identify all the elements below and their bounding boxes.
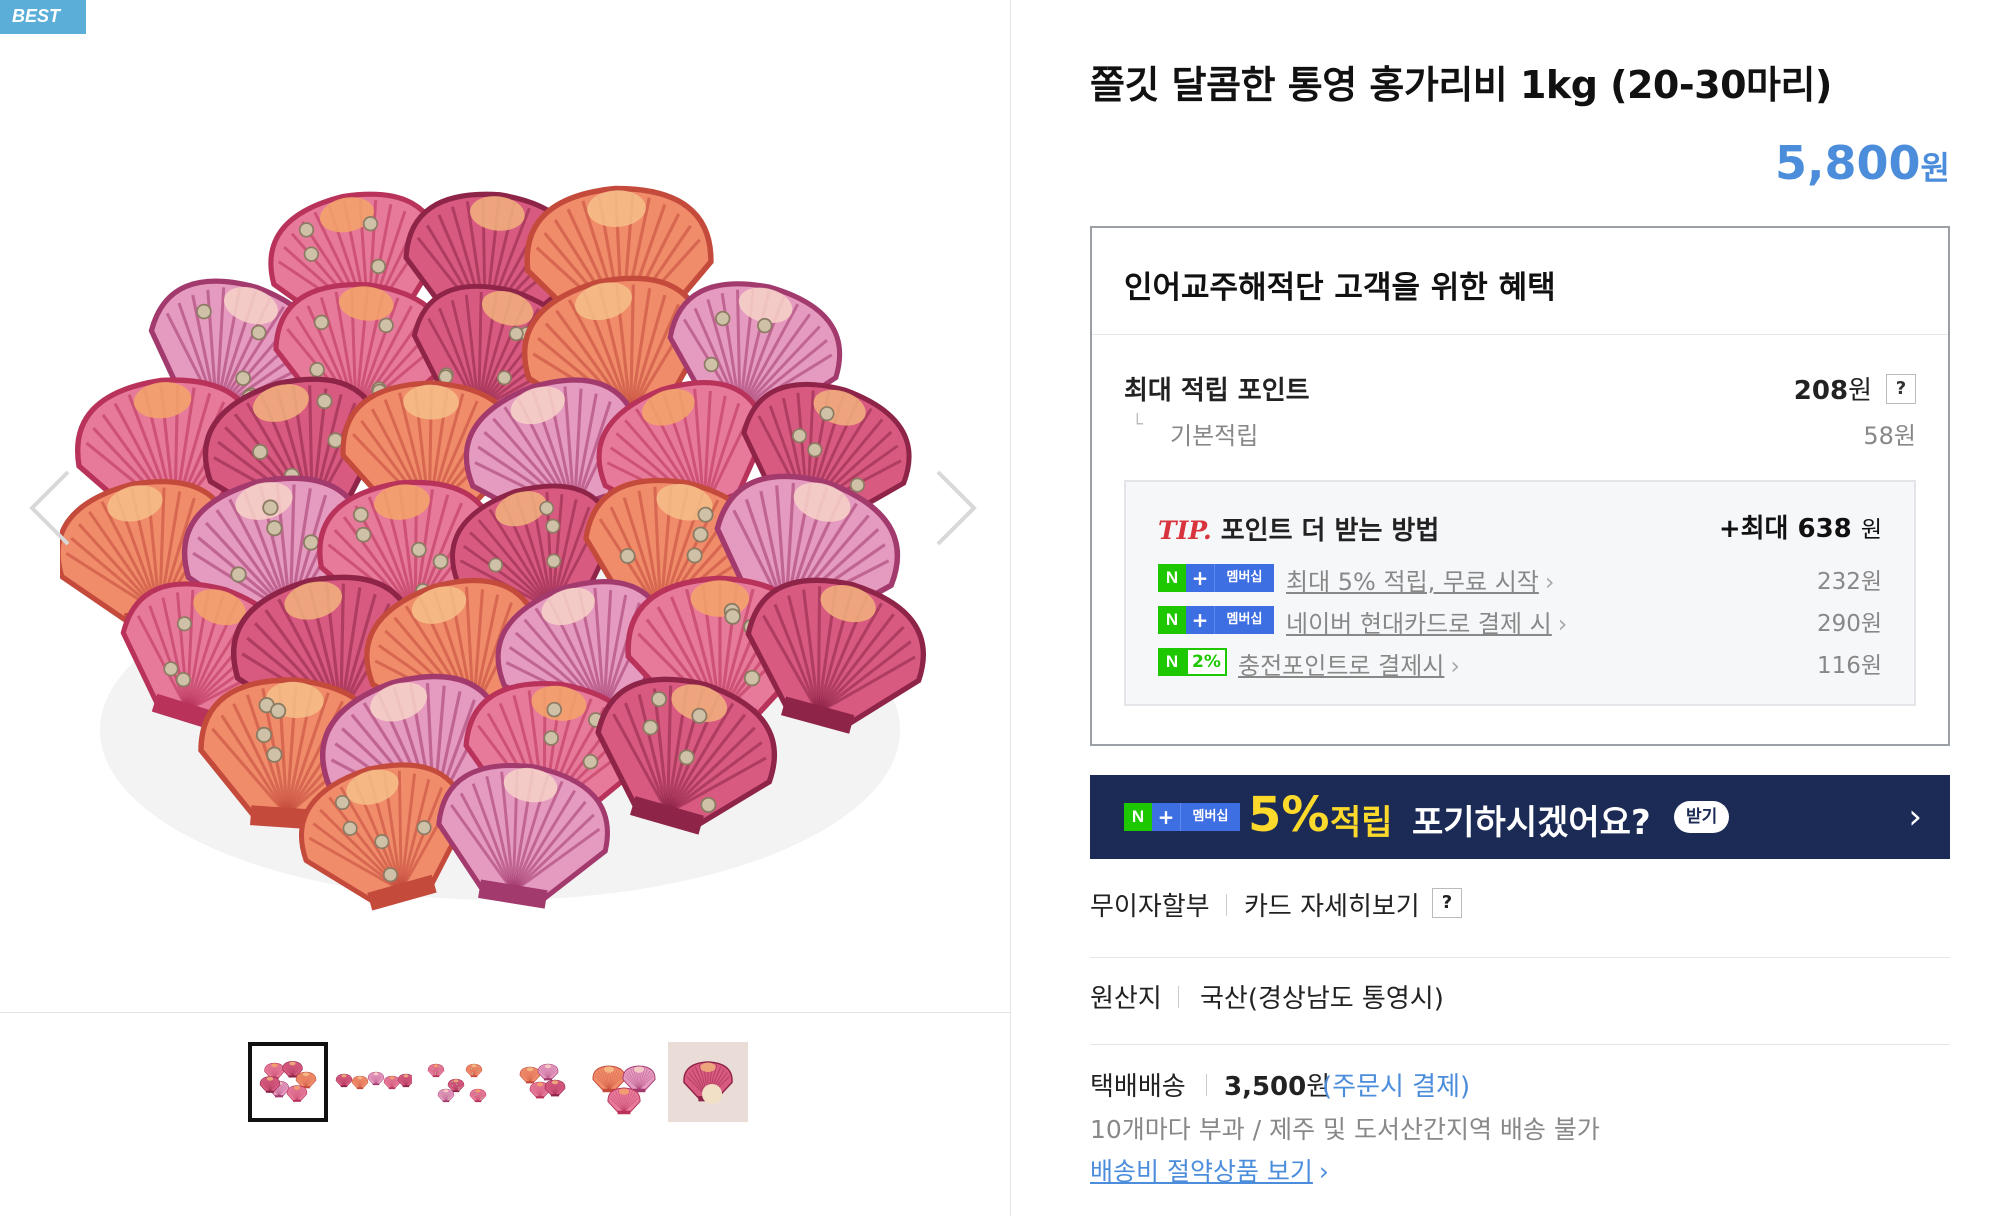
tip-row-card: N + 멤버십 네이버 현대카드로 결제 시 › 290원 — [1158, 604, 1882, 638]
tip-max-value: +최대 638 — [1718, 514, 1852, 544]
shipping-fee: 3,500원 — [1224, 1066, 1330, 1103]
naver-membership-badge: N + 멤버십 — [1124, 803, 1240, 831]
tip-link-text: 최대 5% 적립, 무료 시작 — [1286, 568, 1539, 596]
basic-points-value: 58원 — [1863, 422, 1916, 450]
tip-box: TIP. 포인트 더 받는 방법 +최대 638 원 N + 멤버십 최대 5% 적… — [1124, 480, 1916, 706]
separator — [1206, 1074, 1207, 1096]
plus-icon: + — [1186, 606, 1214, 634]
tip-link-text: 네이버 현대카드로 결제 시 — [1286, 610, 1552, 638]
tip-link-charge[interactable]: 충전포인트로 결제시 › — [1238, 646, 1460, 681]
basic-points-label: 기본적립 — [1170, 422, 1259, 450]
tip-max-points: +최대 638 원 — [1719, 508, 1882, 545]
naver-n-icon: N — [1158, 648, 1186, 676]
chevron-right-icon: › — [1544, 568, 1555, 596]
price-unit: 원 — [1920, 149, 1950, 187]
benefit-box: 인어교주해적단 고객을 위한 혜택 최대 적립 포인트 208원 ? └ 기본적… — [1090, 226, 1950, 746]
thumbnail-2[interactable] — [332, 1042, 412, 1122]
membership-banner[interactable]: N + 멤버십 5% 적립 포기하시겠어요? 받기 › — [1090, 775, 1950, 859]
max-points-label: 최대 적립 포인트 — [1124, 376, 1310, 406]
thumbnail-6[interactable] — [668, 1042, 748, 1122]
naver-pay-charge-badge: N 2% — [1158, 648, 1227, 676]
plus-icon: + — [1152, 803, 1180, 831]
banner-accrue: 적립 — [1330, 803, 1393, 843]
origin-row: 원산지 국산(경상남도 통영시) — [1090, 978, 1950, 1018]
indent-mark-icon: └ — [1132, 414, 1143, 435]
gallery-divider — [0, 1012, 1010, 1013]
tip-heading-text: 포인트 더 받는 방법 — [1220, 516, 1440, 546]
price-value: 5,800 — [1775, 136, 1921, 190]
tip-link-membership[interactable]: 최대 5% 적립, 무료 시작 › — [1286, 562, 1554, 597]
tip-prefix: TIP. — [1158, 516, 1212, 545]
row-divider — [1090, 957, 1950, 958]
plus-icon: + — [1186, 564, 1214, 592]
benefit-divider — [1092, 334, 1948, 335]
benefit-title: 인어교주해적단 고객을 위한 혜택 — [1124, 270, 1556, 306]
membership-label: 멤버십 — [1214, 606, 1274, 634]
thumbnail-1[interactable] — [248, 1042, 328, 1122]
tip-value: 232원 — [1816, 569, 1882, 595]
help-icon[interactable]: ? — [1886, 374, 1916, 404]
tip-row-charge: N 2% 충전포인트로 결제시 › 116원 — [1158, 646, 1882, 680]
row-divider — [1090, 1044, 1950, 1045]
arrow-left-icon[interactable] — [26, 468, 76, 548]
shipping-fee-amount: 3,500 — [1224, 1072, 1307, 1102]
chevron-right-icon: › — [1557, 610, 1568, 638]
card-details-link[interactable]: 카드 자세히보기 — [1244, 886, 1420, 923]
shipping-condition: 10개마다 부과 / 제주 및 도서산간지역 배송 불가 — [1090, 1115, 1600, 1144]
main-product-image[interactable] — [55, 170, 940, 970]
panel-divider — [1010, 0, 1011, 1216]
tip-heading: TIP. 포인트 더 받는 방법 — [1158, 510, 1439, 547]
max-points-amount: 208 — [1793, 376, 1849, 406]
thumbnail-3[interactable] — [416, 1042, 496, 1122]
origin-label: 원산지 — [1090, 984, 1162, 1014]
product-title: 쫄깃 달콤한 통영 홍가리비 1kg (20-30마리) — [1090, 63, 1832, 107]
thumbnail-4[interactable] — [500, 1042, 580, 1122]
arrow-right-icon[interactable] — [930, 468, 980, 548]
max-points-value: 208원 — [1794, 370, 1872, 407]
naver-n-icon: N — [1124, 803, 1152, 831]
separator — [1178, 986, 1179, 1008]
basic-points-row: └ 기본적립 58원 — [1124, 414, 1916, 450]
chevron-right-icon: › — [1318, 1157, 1329, 1186]
membership-label: 멤버십 — [1180, 803, 1240, 831]
best-badge: BEST — [0, 0, 86, 34]
banner-receive-pill: 받기 — [1674, 801, 1730, 833]
installment-label: 무이자할부 — [1090, 892, 1210, 922]
shipping-note: (주문시 결제) — [1322, 1072, 1471, 1102]
installment-row: 무이자할부 카드 자세히보기 ? — [1090, 884, 1950, 928]
help-icon[interactable]: ? — [1432, 888, 1462, 918]
naver-n-icon: N — [1158, 564, 1186, 592]
origin-value: 국산(경상남도 통영시) — [1200, 984, 1444, 1014]
naver-membership-badge: N + 멤버십 — [1158, 564, 1274, 592]
shipping-saver-text: 배송비 절약상품 보기 — [1090, 1157, 1313, 1186]
product-gallery: BEST — [0, 0, 1010, 1216]
product-price: 5,800원 — [1775, 136, 1950, 190]
tip-value: 116원 — [1816, 653, 1882, 679]
shipping-saver-link[interactable]: 배송비 절약상품 보기 › — [1090, 1152, 1329, 1188]
tip-value: 290원 — [1816, 611, 1882, 637]
thumbnail-5[interactable] — [584, 1042, 664, 1122]
thumbnail-strip — [248, 1042, 748, 1124]
chevron-right-icon: › — [1908, 797, 1922, 837]
banner-text: 포기하시겠어요? — [1412, 803, 1651, 843]
chevron-right-icon: › — [1450, 652, 1460, 680]
charge-percent: 2% — [1186, 648, 1227, 676]
naver-n-icon: N — [1158, 606, 1186, 634]
separator — [1226, 894, 1227, 916]
membership-label: 멤버십 — [1214, 564, 1274, 592]
shipping-label: 택배배송 — [1090, 1072, 1186, 1102]
tip-max-unit: 원 — [1860, 517, 1882, 543]
naver-membership-badge: N + 멤버십 — [1158, 606, 1274, 634]
tip-link-text: 충전포인트로 결제시 — [1238, 652, 1445, 680]
banner-percent: 5% — [1248, 787, 1330, 843]
tip-row-membership: N + 멤버십 최대 5% 적립, 무료 시작 › 232원 — [1158, 562, 1882, 596]
tip-link-card[interactable]: 네이버 현대카드로 결제 시 › — [1286, 604, 1567, 639]
max-points-row: 최대 적립 포인트 208원 ? — [1124, 370, 1916, 410]
max-points-unit: 원 — [1848, 376, 1872, 406]
